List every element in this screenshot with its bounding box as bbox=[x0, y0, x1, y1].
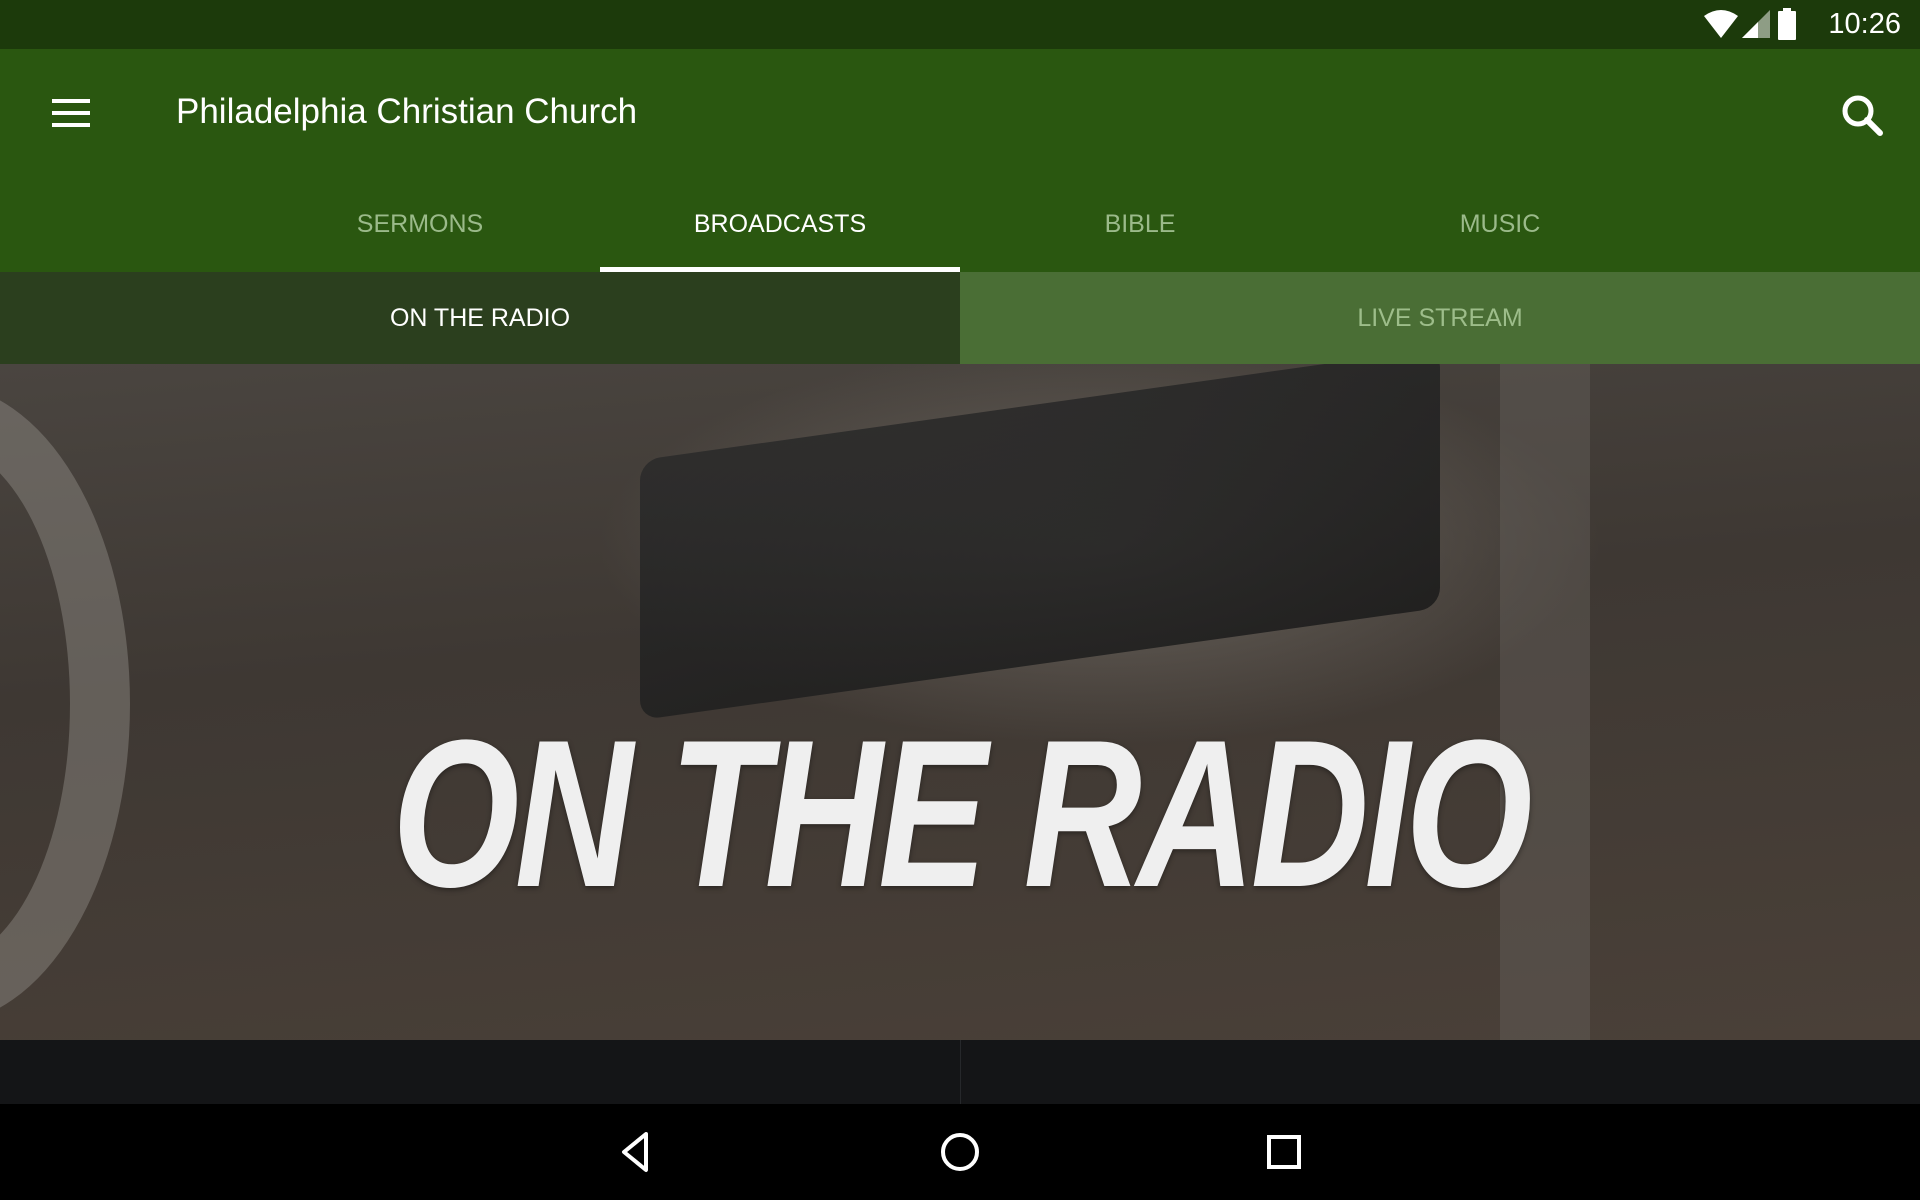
subtab-live-stream[interactable]: LIVE STREAM bbox=[960, 272, 1920, 364]
page-title: Philadelphia Christian Church bbox=[176, 92, 638, 131]
back-icon[interactable] bbox=[612, 1128, 660, 1176]
search-icon[interactable] bbox=[1840, 93, 1884, 137]
home-icon[interactable] bbox=[936, 1128, 984, 1176]
tab-sermons[interactable]: SERMONS bbox=[240, 178, 600, 272]
tab-bible[interactable]: BIBLE bbox=[960, 178, 1320, 272]
clock: 10:26 bbox=[1828, 8, 1901, 40]
bottom-strip bbox=[0, 1040, 1920, 1104]
recents-icon[interactable] bbox=[1260, 1128, 1308, 1176]
battery-icon bbox=[1778, 8, 1796, 40]
steering-wheel-graphic bbox=[0, 384, 130, 1024]
menu-icon[interactable] bbox=[52, 99, 90, 127]
navigation-bar bbox=[0, 1104, 1920, 1200]
hero-banner[interactable]: ON THE RADIO bbox=[0, 364, 1920, 1040]
status-bar: 10:26 bbox=[0, 0, 1920, 49]
tab-music[interactable]: MUSIC bbox=[1320, 178, 1680, 272]
subtab-on-the-radio[interactable]: ON THE RADIO bbox=[0, 272, 960, 364]
divider bbox=[960, 1040, 961, 1104]
wifi-icon bbox=[1704, 10, 1738, 38]
app-bar: Philadelphia Christian Church bbox=[0, 49, 1920, 178]
tab-broadcasts[interactable]: BROADCASTS bbox=[600, 178, 960, 272]
signal-icon bbox=[1742, 10, 1770, 38]
car-console-graphic bbox=[640, 364, 1440, 721]
hero-title: ON THE RADIO bbox=[392, 696, 1533, 931]
main-tabs: SERMONS BROADCASTS BIBLE MUSIC bbox=[0, 178, 1920, 272]
